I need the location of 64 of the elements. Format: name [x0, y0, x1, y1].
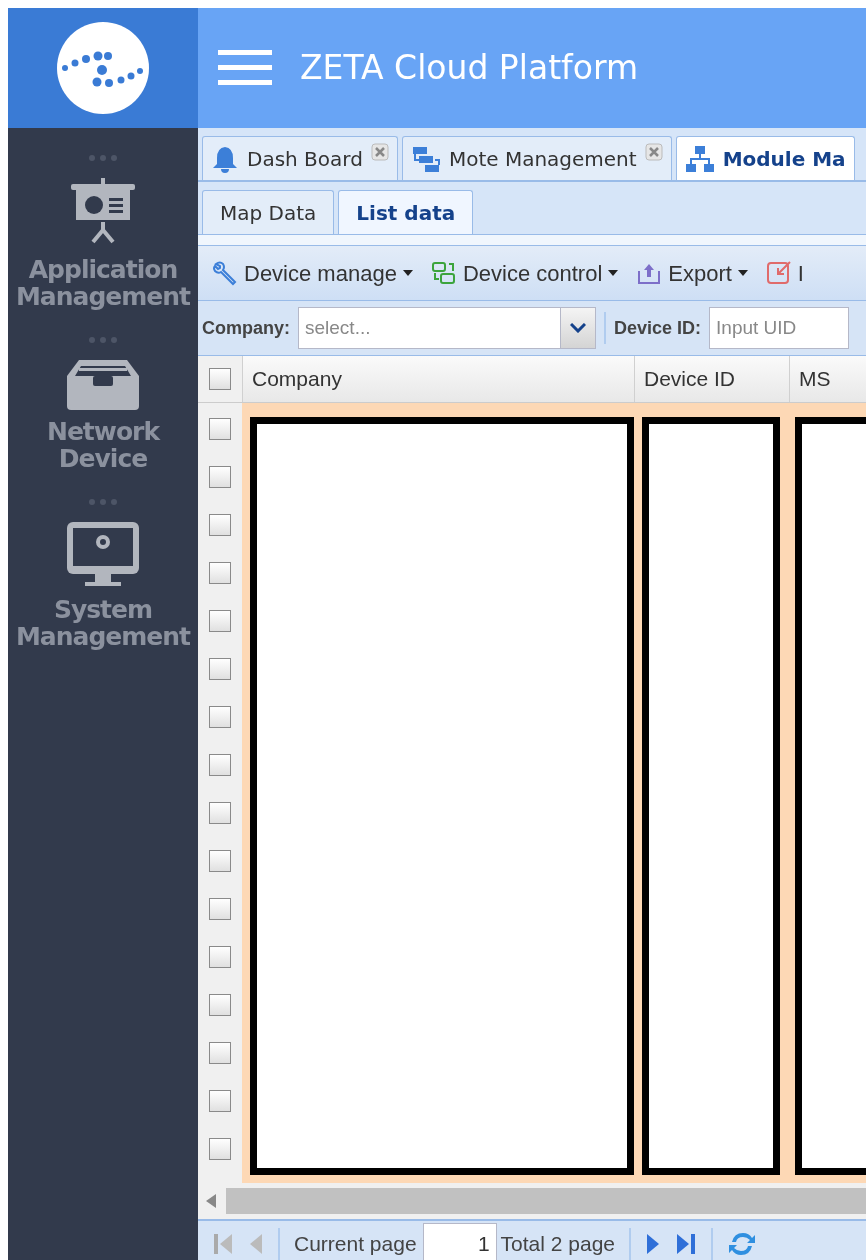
computer-settings-icon[interactable]	[65, 520, 141, 588]
wrench-icon	[212, 260, 238, 286]
pager-label: Total 2 page	[500, 1231, 615, 1258]
sidebar-item[interactable]: Network Device	[8, 418, 198, 472]
chevron-down-icon	[570, 323, 586, 333]
row-checkbox[interactable]	[209, 994, 231, 1016]
row-checkbox[interactable]	[209, 754, 231, 776]
toolbar-button[interactable]: I	[765, 256, 804, 290]
toolbar-button[interactable]: Device control	[430, 256, 619, 290]
close-icon[interactable]	[644, 143, 663, 161]
separator-dots-icon	[88, 498, 118, 506]
column-header[interactable]: Device ID	[634, 356, 789, 402]
tab[interactable]: Mote Management	[401, 136, 672, 180]
row-checkbox[interactable]	[209, 1138, 231, 1160]
caret-icon	[402, 270, 413, 276]
row-checkbox[interactable]	[209, 898, 231, 920]
logo-icon	[57, 22, 149, 114]
inbox-tray-icon[interactable]	[65, 358, 141, 410]
app-title: ZETA Cloud Platform	[300, 47, 639, 90]
row-checkbox[interactable]	[209, 1090, 231, 1112]
bell-icon	[211, 144, 239, 173]
toolbar-button[interactable]: Device manage	[212, 256, 413, 290]
swap-boxes-icon	[430, 261, 457, 285]
tab[interactable]: Dash Board	[202, 136, 398, 180]
tab[interactable]: List data	[338, 190, 474, 234]
last-page-icon[interactable]	[675, 1231, 697, 1257]
row-checkbox[interactable]	[209, 706, 231, 728]
field-label: Company:	[202, 316, 290, 340]
menu-icon[interactable]	[218, 50, 272, 86]
caret-icon	[608, 270, 619, 276]
close-icon[interactable]	[370, 143, 389, 161]
toolbar-button[interactable]: Export	[636, 256, 748, 290]
linked-boxes-icon	[410, 144, 441, 173]
row-checkbox[interactable]	[209, 610, 231, 632]
page-input[interactable]: 1	[422, 1223, 497, 1260]
row-checkbox[interactable]	[209, 658, 231, 680]
separator-dots-icon	[88, 154, 118, 162]
next-page-icon[interactable]	[645, 1231, 661, 1257]
column-header[interactable]: Company	[242, 356, 634, 402]
dropdown-button[interactable]	[560, 307, 596, 349]
scrollbar-thumb[interactable]	[226, 1188, 866, 1214]
sidebar-item[interactable]: Application Management	[8, 256, 198, 310]
column-header[interactable]: MS	[789, 356, 866, 402]
field-label: Device ID:	[614, 316, 702, 340]
row-checkbox[interactable]	[209, 850, 231, 872]
row-checkbox[interactable]	[209, 562, 231, 584]
caret-icon	[737, 270, 748, 276]
row-checkbox[interactable]	[209, 802, 231, 824]
row-checkbox[interactable]	[209, 466, 231, 488]
row-checkbox[interactable]	[209, 418, 231, 440]
hierarchy-icon	[684, 144, 715, 173]
sidebar-item[interactable]: System Management	[8, 596, 198, 650]
input-field[interactable]: Input UID	[709, 307, 850, 349]
row-checkbox[interactable]	[209, 514, 231, 536]
row-checkbox[interactable]	[209, 946, 231, 968]
row-checkbox[interactable]	[209, 1042, 231, 1064]
tab[interactable]: Module Ma	[675, 136, 855, 180]
import-icon	[765, 260, 792, 286]
separator-dots-icon	[88, 336, 118, 344]
select-field[interactable]: select...	[298, 307, 560, 349]
first-page-icon[interactable]	[212, 1231, 234, 1257]
tab[interactable]: Map Data	[202, 190, 335, 234]
pager-label: Current page	[294, 1231, 417, 1258]
select-all-checkbox[interactable]	[209, 368, 231, 390]
